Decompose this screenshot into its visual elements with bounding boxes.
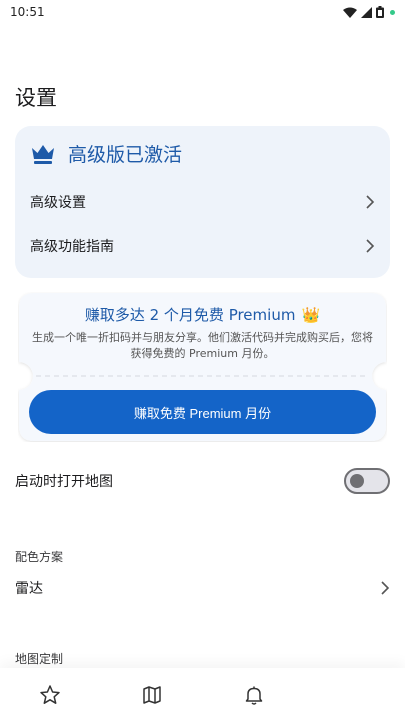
bell-icon[interactable] [243,684,265,706]
premium-status: 高级版已激活 [30,140,182,167]
crown-emoji-icon: 👑 [301,305,321,324]
premium-status-label: 高级版已激活 [68,144,183,166]
referral-title-text: 赚取多达 2 个月免费 Premium [84,306,296,324]
bottom-navigation [0,668,405,720]
premium-card: 高级版已激活 高级设置 高级功能指南 [15,126,390,278]
referral-card: 赚取多达 2 个月免费 Premium 👑 生成一个唯一折扣码并与朋友分享。他们… [18,292,387,442]
earn-premium-button[interactable]: 赚取免费 Premium 月份 [29,390,376,434]
wifi-icon [343,7,357,18]
referral-description: 生成一个唯一折扣码并与朋友分享。他们激活代码并完成购买后，您将获得免费的 Pre… [32,331,373,360]
page-title: 设置 [15,86,57,110]
status-icons [343,6,395,18]
color-scheme-value: 雷达 [15,581,43,597]
star-icon[interactable] [39,684,61,706]
status-time: 10:51 [10,5,45,19]
referral-title: 赚取多达 2 个月免费 Premium 👑 [18,304,387,325]
status-dot-icon [390,9,395,15]
open-map-on-start-row: 启动时打开地图 [15,466,390,496]
advanced-settings-row[interactable]: 高级设置 [15,182,390,222]
premium-guide-row[interactable]: 高级功能指南 [15,226,390,266]
battery-icon [376,6,384,18]
chevron-right-icon [381,581,390,595]
map-customization-section-label: 地图定制 [15,652,64,666]
signal-icon [361,6,372,18]
chevron-right-icon [366,195,375,209]
open-map-on-start-label: 启动时打开地图 [15,474,113,490]
advanced-settings-label: 高级设置 [30,195,86,211]
color-scheme-row[interactable]: 雷达 [15,576,390,600]
open-map-on-start-toggle[interactable] [344,468,390,494]
premium-guide-label: 高级功能指南 [30,239,114,255]
chevron-right-icon [366,239,375,253]
map-icon[interactable] [141,684,163,706]
color-scheme-section-label: 配色方案 [15,550,64,564]
status-bar: 10:51 [0,0,405,24]
toggle-knob [350,474,364,488]
crown-icon [32,144,54,164]
